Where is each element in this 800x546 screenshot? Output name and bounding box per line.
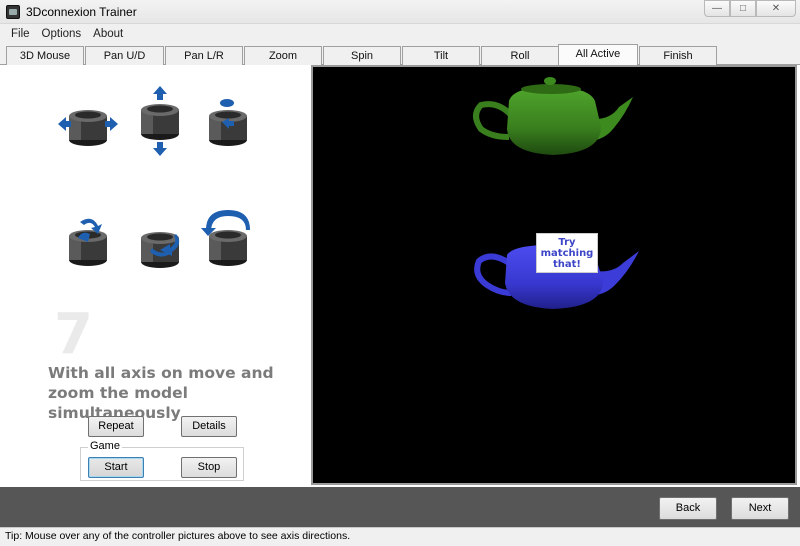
maximize-icon: □: [739, 3, 747, 14]
tilt-icon: [69, 218, 107, 266]
tab-roll[interactable]: Roll: [481, 46, 559, 65]
details-button[interactable]: Details: [181, 416, 237, 437]
controller-tilt[interactable]: [58, 212, 118, 270]
controller-pan-up-down[interactable]: [130, 86, 190, 156]
tab-all-active[interactable]: All Active: [558, 44, 638, 66]
spin-icon: [141, 232, 180, 268]
teapot-scene: [473, 77, 639, 309]
minimize-button[interactable]: —: [704, 0, 730, 17]
window-controls: — □ ✕: [704, 0, 796, 18]
minimize-icon: —: [712, 3, 722, 14]
roll-icon: [201, 210, 250, 266]
menu-options[interactable]: Options: [36, 28, 88, 40]
step-number: 7: [54, 302, 93, 367]
tab-finish[interactable]: Finish: [639, 46, 717, 65]
controller-spin[interactable]: [130, 214, 190, 272]
repeat-button[interactable]: Repeat: [88, 416, 144, 437]
window-title: 3Dconnexion Trainer: [26, 5, 137, 19]
title-bar: 3Dconnexion Trainer — □ ✕: [0, 0, 800, 24]
tab-spin[interactable]: Spin: [323, 46, 401, 65]
stop-button[interactable]: Stop: [181, 457, 237, 478]
tab-bar: 3D Mouse Pan U/D Pan L/R Zoom Spin Tilt …: [0, 43, 800, 66]
next-button[interactable]: Next: [731, 497, 789, 520]
controller-roll[interactable]: [198, 204, 258, 266]
tab-pan-ud[interactable]: Pan U/D: [85, 46, 164, 65]
target-teapot: [473, 77, 633, 155]
lesson-instruction: With all axis on move and zoom the model…: [48, 364, 274, 422]
menu-bar: File Options About: [0, 24, 800, 43]
pan-left-right-icon: [58, 110, 118, 146]
pan-up-down-icon: [141, 86, 179, 156]
status-bar: Tip: Mouse over any of the controller pi…: [0, 527, 800, 546]
overlay-label: Try matching that!: [536, 233, 598, 273]
close-icon: ✕: [771, 3, 781, 14]
close-button[interactable]: ✕: [756, 0, 796, 17]
controller-pan-left-right[interactable]: [58, 92, 118, 150]
app-icon: [6, 5, 20, 19]
back-button[interactable]: Back: [659, 497, 717, 520]
tab-3d-mouse[interactable]: 3D Mouse: [6, 46, 84, 65]
start-button[interactable]: Start: [88, 457, 144, 478]
3d-viewport[interactable]: Try matching that!: [311, 65, 797, 485]
zoom-icon: [209, 99, 247, 146]
controller-zoom[interactable]: [198, 92, 258, 150]
tab-zoom[interactable]: Zoom: [244, 46, 322, 65]
game-legend: Game: [88, 440, 122, 452]
tab-tilt[interactable]: Tilt: [402, 46, 480, 65]
controller-pictures: [52, 86, 262, 272]
tab-pan-lr[interactable]: Pan L/R: [165, 46, 243, 65]
menu-file[interactable]: File: [5, 28, 36, 40]
menu-about[interactable]: About: [87, 28, 129, 40]
maximize-button[interactable]: □: [730, 0, 756, 17]
